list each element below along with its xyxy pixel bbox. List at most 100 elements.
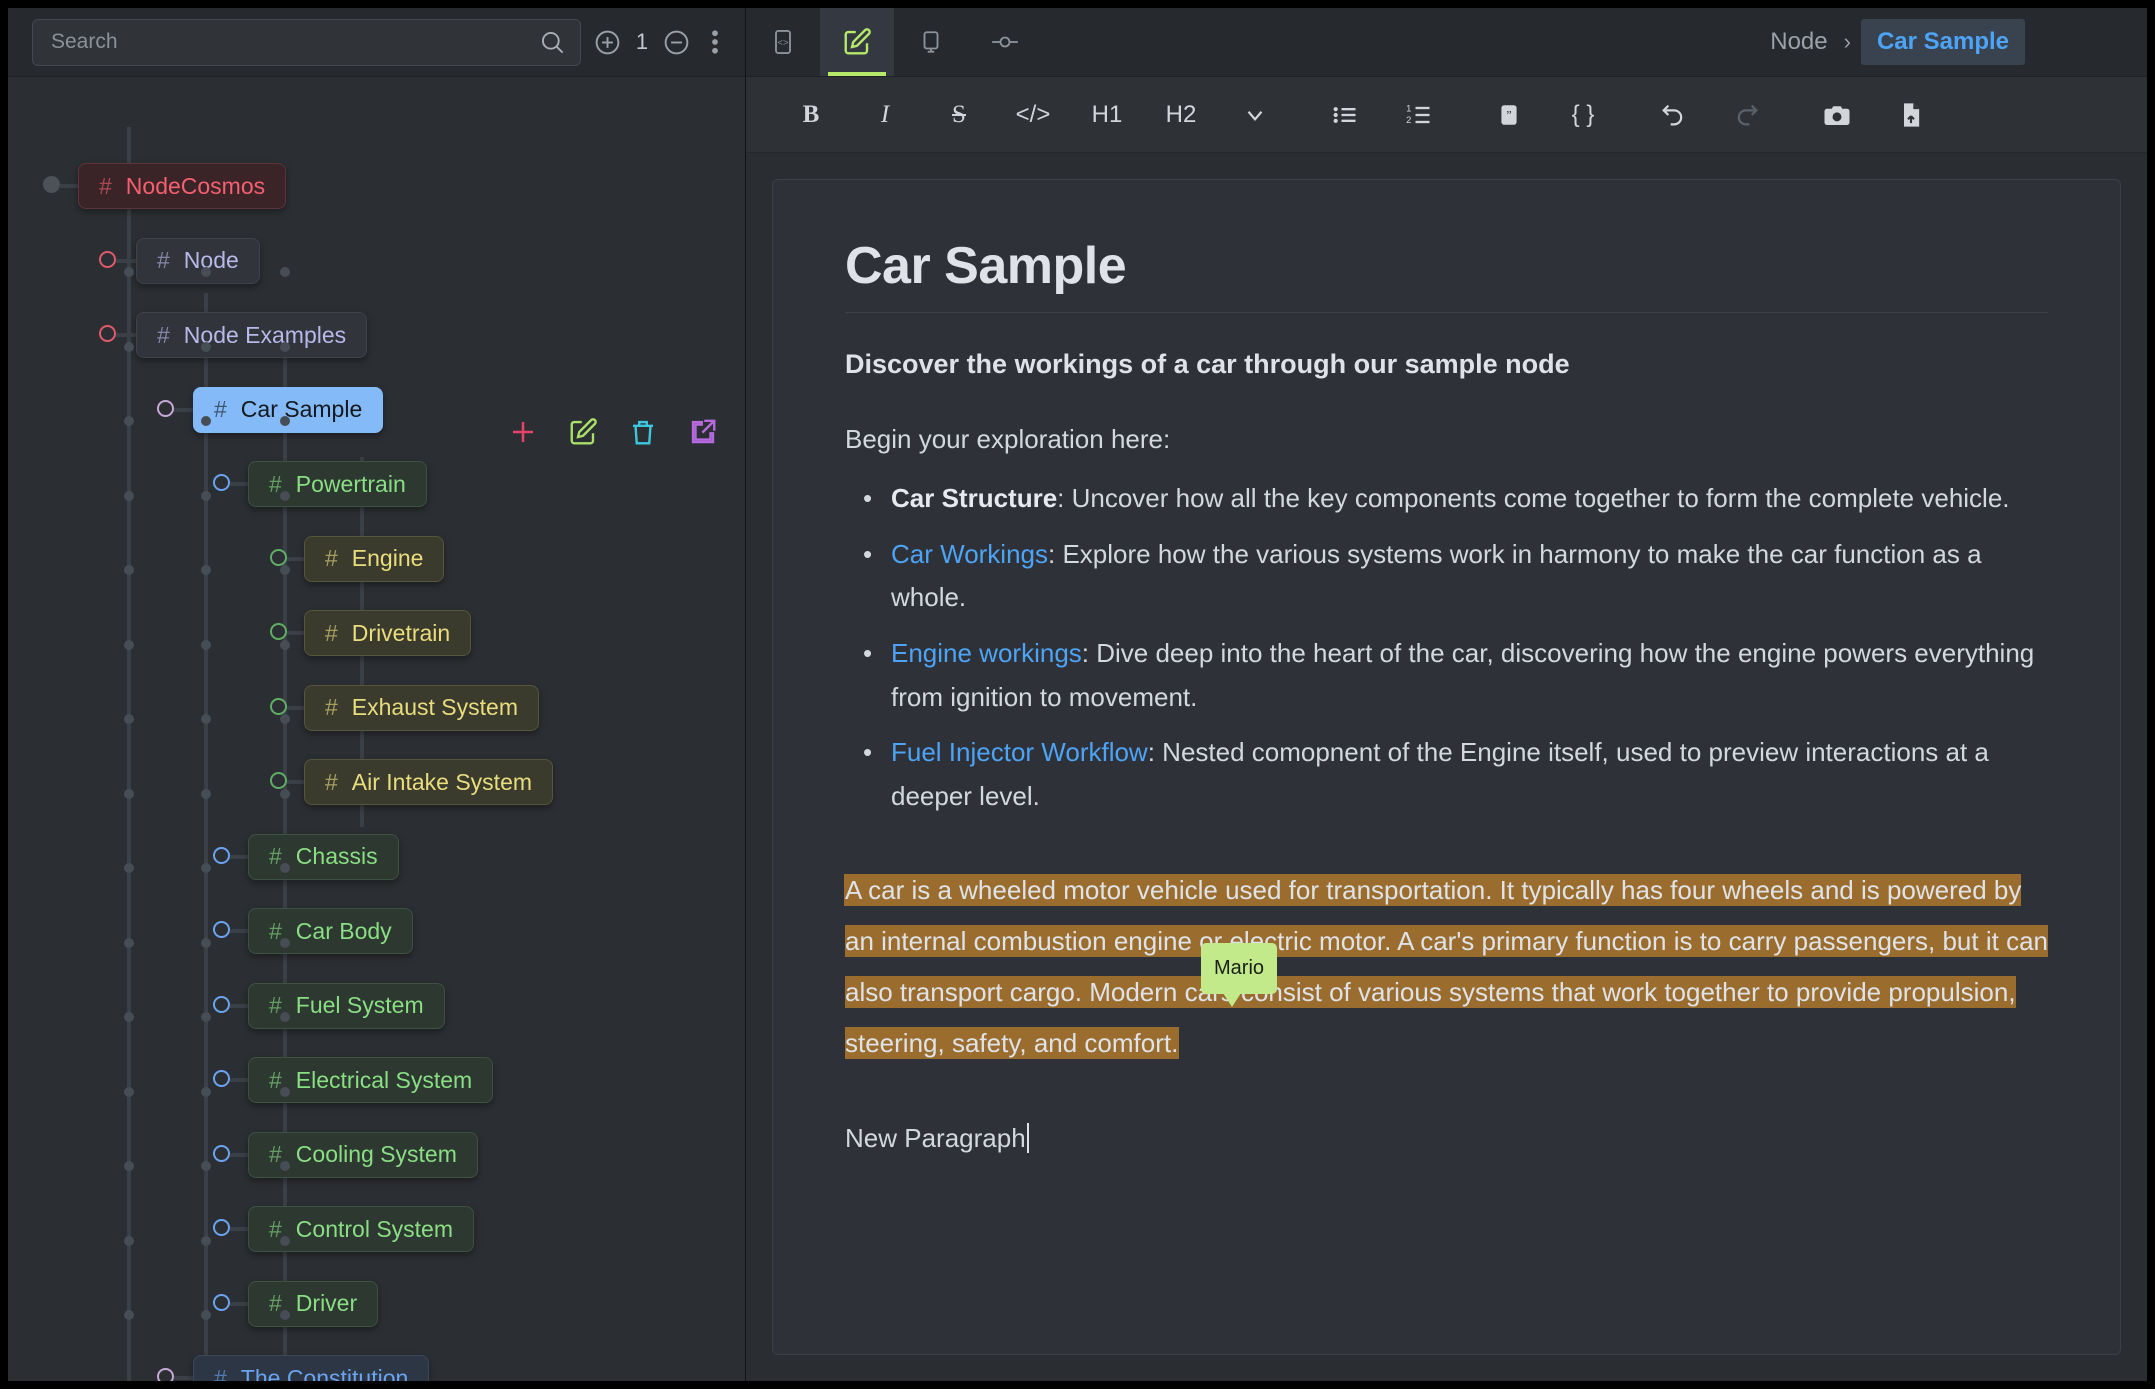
breadcrumb-current[interactable]: Car Sample bbox=[1860, 19, 2025, 65]
highlighted-paragraph[interactable]: A car is a wheeled motor vehicle used fo… bbox=[845, 865, 2048, 1069]
tree-connector bbox=[287, 631, 304, 635]
kebab-menu-icon[interactable] bbox=[703, 27, 727, 57]
tree-node-label: Powertrain bbox=[295, 470, 406, 497]
tree-node-handle[interactable] bbox=[43, 176, 60, 193]
zoom-in-button[interactable] bbox=[593, 28, 622, 57]
tree-node-handle[interactable] bbox=[157, 1368, 174, 1381]
tree-node-handle[interactable] bbox=[213, 995, 230, 1013]
search-input[interactable] bbox=[51, 30, 539, 54]
editor-panel: <> Node › Car Sample B I S </> H1 H2 1 2… bbox=[746, 8, 2147, 1381]
tree-node[interactable]: # NodeCosmos bbox=[78, 163, 287, 209]
edit-node-button[interactable] bbox=[568, 417, 598, 447]
tree-node-label: Control System bbox=[295, 1215, 454, 1242]
bullet-label: Car Structure bbox=[891, 483, 1058, 513]
tree-node-handle[interactable] bbox=[213, 1293, 230, 1311]
tree-node-handle[interactable] bbox=[213, 921, 230, 938]
tree-connector bbox=[230, 929, 248, 933]
last-paragraph-text: New Paragraph bbox=[845, 1122, 1026, 1153]
open-node-button[interactable] bbox=[688, 417, 718, 447]
tree-node-handle[interactable] bbox=[270, 548, 287, 566]
tree-node-selected[interactable]: # Car Sample bbox=[193, 386, 384, 433]
ordered-list-button[interactable]: 1 2 bbox=[1382, 87, 1456, 143]
tree-node[interactable]: # Chassis bbox=[248, 833, 399, 880]
tree-guide-dot bbox=[201, 267, 211, 277]
tree-node-handle[interactable] bbox=[99, 250, 116, 268]
tree-node-handle[interactable] bbox=[213, 1219, 230, 1236]
tree-guide-dot bbox=[124, 937, 134, 948]
document-scroll-area[interactable]: Car Sample Discover the workings of a ca… bbox=[746, 153, 2147, 1381]
tree-node-handle[interactable] bbox=[270, 623, 287, 640]
tree-node[interactable]: # Engine bbox=[304, 535, 445, 582]
tree-guide-dot bbox=[280, 1086, 290, 1097]
inline-code-button[interactable]: </> bbox=[996, 87, 1070, 143]
redo-button[interactable] bbox=[1710, 87, 1784, 143]
document-editor[interactable]: Car Sample Discover the workings of a ca… bbox=[772, 179, 2121, 1355]
document-bullet-item: Car Workings: Explore how the various sy… bbox=[845, 533, 2048, 620]
tree-guide-line bbox=[127, 127, 131, 1381]
tree-guide-dot bbox=[201, 788, 211, 799]
insert-image-button[interactable] bbox=[1800, 87, 1874, 143]
bullet-list-button[interactable] bbox=[1308, 87, 1382, 143]
last-paragraph[interactable]: New Paragraph bbox=[845, 1122, 2048, 1154]
bold-button[interactable]: B bbox=[774, 87, 848, 143]
tree-guide-dot bbox=[201, 1310, 211, 1320]
strikethrough-button[interactable]: S bbox=[922, 87, 996, 143]
node-tree[interactable]: # NodeCosmos # Node # Node Examples # Car Sampl… bbox=[8, 77, 745, 1381]
tree-node-handle[interactable] bbox=[213, 846, 230, 864]
tree-node[interactable]: # Fuel System bbox=[248, 982, 445, 1029]
hash-icon: # bbox=[325, 545, 338, 571]
tree-connector bbox=[287, 780, 304, 784]
tree-guide-dot bbox=[280, 714, 290, 724]
bullet-link[interactable]: Engine workings bbox=[891, 638, 1082, 668]
tree-node-handle[interactable] bbox=[213, 1144, 230, 1162]
tree-node[interactable]: # Powertrain bbox=[248, 461, 427, 507]
blockquote-button[interactable]: ” bbox=[1472, 87, 1546, 143]
tree-guide-dot bbox=[201, 639, 211, 650]
tab-graph[interactable] bbox=[968, 8, 1042, 76]
tree-node-handle[interactable] bbox=[213, 474, 230, 491]
tree-node-handle[interactable] bbox=[213, 1070, 230, 1087]
tree-node[interactable]: # Driver bbox=[248, 1280, 379, 1327]
tree-guide-dot bbox=[124, 788, 134, 799]
tree-guide-dot bbox=[280, 1161, 290, 1171]
tree-guide-dot bbox=[124, 1086, 134, 1097]
tab-preview[interactable] bbox=[894, 8, 968, 76]
zoom-out-button[interactable] bbox=[662, 28, 691, 57]
search-box[interactable] bbox=[32, 18, 581, 66]
undo-button[interactable] bbox=[1636, 87, 1710, 143]
tree-node[interactable]: # Car Body bbox=[248, 908, 413, 954]
tree-node[interactable]: # Exhaust System bbox=[304, 684, 539, 731]
tree-node[interactable]: # Node Examples bbox=[136, 312, 368, 358]
tree-connector bbox=[60, 184, 78, 188]
tree-node-handle[interactable] bbox=[99, 325, 116, 342]
heading-2-button[interactable]: H2 bbox=[1144, 87, 1218, 143]
tree-node-label: The Constitution bbox=[240, 1364, 409, 1382]
bullet-link[interactable]: Car Workings bbox=[891, 539, 1048, 569]
tree-node-handle[interactable] bbox=[270, 697, 287, 715]
tree-node[interactable]: # Node bbox=[136, 237, 260, 284]
tab-editor[interactable] bbox=[820, 8, 894, 76]
tree-node[interactable]: # Drivetrain bbox=[304, 610, 472, 656]
tree-guide-dot bbox=[280, 788, 290, 799]
tree-node[interactable]: # Air Intake System bbox=[304, 759, 554, 805]
bullet-text: : Uncover how all the key components com… bbox=[1057, 483, 2010, 513]
heading-1-button[interactable]: H1 bbox=[1070, 87, 1144, 143]
delete-node-button[interactable] bbox=[628, 417, 658, 447]
tree-node[interactable]: # The Constitution bbox=[193, 1355, 430, 1382]
tree-guide-dot bbox=[124, 1235, 134, 1246]
document-subtitle: Discover the workings of a car through o… bbox=[845, 349, 1570, 379]
italic-button[interactable]: I bbox=[848, 87, 922, 143]
tree-guide-dot bbox=[280, 1235, 290, 1246]
tab-code[interactable]: <> bbox=[746, 8, 820, 76]
document-bullet-list: Car Structure: Uncover how all the key c… bbox=[845, 477, 2048, 819]
code-block-button[interactable]: { } bbox=[1546, 87, 1620, 143]
bullet-link[interactable]: Fuel Injector Workflow bbox=[891, 737, 1148, 767]
tree-node-handle[interactable] bbox=[157, 399, 174, 417]
upload-file-button[interactable] bbox=[1874, 87, 1948, 143]
tree-guide-dot bbox=[201, 714, 211, 724]
add-child-node-button[interactable] bbox=[508, 417, 538, 447]
tree-node-handle[interactable] bbox=[270, 772, 287, 789]
chevron-down-icon[interactable] bbox=[1218, 87, 1292, 143]
tree-guide-dot bbox=[201, 1012, 211, 1022]
breadcrumb-parent[interactable]: Node bbox=[1764, 28, 1833, 56]
